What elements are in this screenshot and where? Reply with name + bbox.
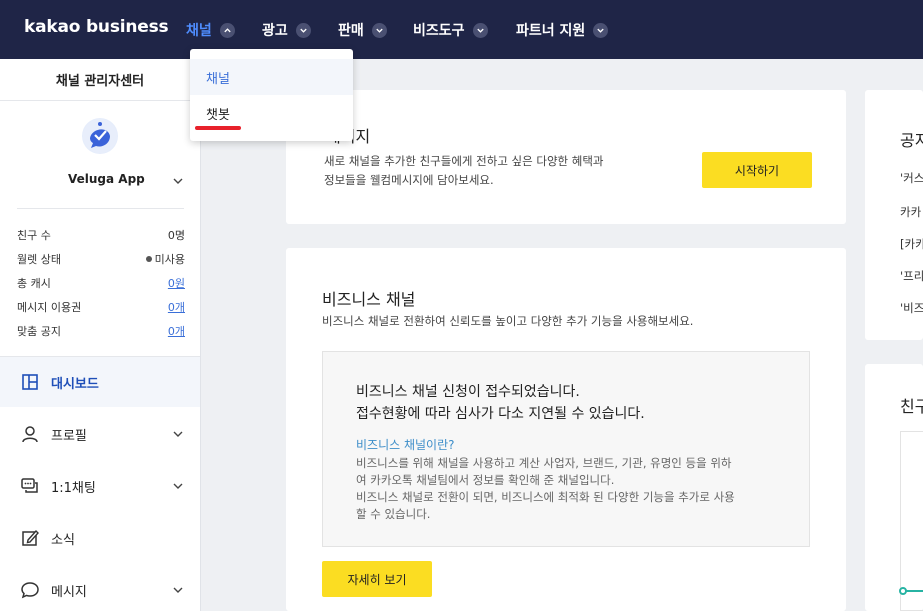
sidebar-item-news[interactable]: 소식: [0, 513, 200, 563]
nav-label: 광고: [262, 23, 288, 39]
desc-line: 비즈니스 채널로 전환이 되면, 비즈니스에 최적화 된 다양한 기능을 추가로…: [356, 490, 735, 504]
business-channel-card: 비즈니스 채널 비즈니스 채널로 전환하여 신뢰도를 높이고 다양한 추가 기능…: [286, 248, 846, 611]
notice-card: 공지 '커스 카카 [카카 '프리 '비즈: [865, 90, 923, 340]
nav-partner-support[interactable]: 파트너 지원: [516, 19, 609, 41]
sidebar-item-message[interactable]: 메시지: [0, 565, 200, 611]
chevron-down-icon: [371, 22, 387, 38]
desc-line: 여 카카오톡 채널팀에서 정보를 확인해 준 채널입니다.: [356, 473, 615, 487]
sidebar-item-label: 메시지: [51, 584, 87, 600]
app-avatar[interactable]: [82, 118, 118, 154]
sidebar-title: 채널 관리자센터: [0, 59, 200, 101]
card-title: 비즈니스 채널: [322, 290, 416, 309]
what-is-business-channel-link[interactable]: 비즈니스 채널이란?: [356, 436, 455, 453]
divider: [17, 208, 184, 209]
nav-label: 판매: [338, 23, 364, 39]
nav-label: 비즈도구: [413, 23, 465, 39]
notice-heading: 접수현황에 따라 심사가 다소 지연될 수 있습니다.: [356, 406, 645, 422]
chart-point: [899, 587, 907, 595]
notice-item[interactable]: 카카: [900, 204, 921, 220]
chevron-down-icon: [593, 22, 609, 38]
stat-value: 0명: [167, 229, 185, 242]
card-title: 친구: [900, 397, 923, 416]
desc-line: 새로 채널을 추가한 친구들에게 전하고 싶은 다양한 혜택과: [324, 154, 604, 168]
see-details-button[interactable]: 자세히 보기: [322, 561, 432, 597]
top-navigation-bar: kakao business 채널 광고 판매 비즈도구 파트너 지원: [0, 0, 923, 59]
chevron-down-icon[interactable]: [172, 175, 184, 187]
stat-label: 친구 수: [17, 229, 51, 242]
chat-icon: [20, 476, 40, 496]
stat-label: 메시지 이용권: [17, 301, 82, 314]
notice-item[interactable]: [카카: [900, 236, 923, 252]
stat-label: 총 캐시: [17, 277, 51, 290]
dropdown-item-channel[interactable]: 채널: [190, 59, 353, 95]
stat-label: 월렛 상태: [17, 253, 61, 266]
chevron-down-icon: [173, 431, 183, 437]
welcome-message-card: 메시지 새로 채널을 추가한 친구들에게 전하고 싶은 다양한 혜택과 정보들을…: [286, 90, 846, 224]
nav-biz-tools[interactable]: 비즈도구: [413, 19, 488, 41]
nav-sales[interactable]: 판매: [338, 19, 387, 41]
stat-value-link[interactable]: 0원: [168, 275, 185, 291]
sidebar-item-profile[interactable]: 프로필: [0, 409, 200, 459]
sidebar-item-label: 대시보드: [51, 376, 99, 392]
application-notice-box: 비즈니스 채널 신청이 접수되었습니다. 접수현황에 따라 심사가 다소 지연될…: [322, 351, 810, 547]
desc-line: 비즈니스를 위해 채널을 사용하고 계산 사업자, 브랜드, 기관, 유명인 등…: [356, 456, 732, 470]
stat-friends: 친구 수 0명: [17, 227, 185, 245]
card-title: 공지: [900, 131, 923, 150]
app-name[interactable]: Veluga App: [68, 172, 145, 186]
stat-message-voucher: 메시지 이용권 0개: [17, 299, 185, 317]
chevron-down-icon: [295, 22, 311, 38]
nav-label: 채널: [186, 23, 212, 39]
sidebar-item-label: 1:1채팅: [51, 480, 96, 496]
nav-label: 파트너 지원: [516, 23, 586, 39]
nav-channel[interactable]: 채널: [186, 19, 235, 41]
kakao-business-logo[interactable]: kakao business: [24, 17, 169, 37]
desc-line: 할 수 있습니다.: [356, 507, 431, 521]
stat-wallet: 월렛 상태 미사용: [17, 251, 185, 269]
sidebar-item-label: 프로필: [51, 428, 87, 444]
chevron-up-icon: [219, 22, 235, 38]
card-subtitle: 비즈니스 채널로 전환하여 신뢰도를 높이고 다양한 추가 기능을 사용해보세요…: [322, 314, 694, 328]
friends-chart-frame: [900, 431, 923, 611]
stat-value: 미사용: [154, 253, 185, 266]
chevron-down-icon: [472, 22, 488, 38]
dashboard-icon: [20, 372, 40, 392]
chevron-down-icon: [173, 483, 183, 489]
stat-cash: 총 캐시 0원: [17, 275, 185, 293]
red-underline-annotation: [195, 126, 241, 130]
friends-card: 친구: [865, 364, 923, 611]
stat-label: 맞춤 공지: [17, 325, 61, 338]
notice-item[interactable]: '프리: [900, 268, 923, 284]
desc-line: 정보들을 웰컴메시지에 담아보세요.: [324, 173, 494, 187]
notice-item[interactable]: '커스: [900, 170, 923, 186]
chevron-down-icon: [173, 587, 183, 593]
sidebar: 채널 관리자센터 Veluga App 친구 수 0명 월렛 상태 미사용 총 …: [0, 59, 201, 611]
notice-item[interactable]: '비즈: [900, 300, 923, 316]
stat-value-link[interactable]: 0개: [168, 323, 185, 339]
sidebar-item-chat[interactable]: 1:1채팅: [0, 461, 200, 511]
card-description: 새로 채널을 추가한 친구들에게 전하고 싶은 다양한 혜택과 정보들을 웰컴메…: [324, 152, 654, 190]
stat-custom-notice: 맞춤 공지 0개: [17, 323, 185, 341]
status-dot: [145, 256, 152, 262]
start-button[interactable]: 시작하기: [702, 152, 812, 188]
sidebar-item-label: 소식: [51, 532, 75, 548]
notice-heading: 비즈니스 채널 신청이 접수되었습니다.: [356, 384, 580, 400]
stat-value-link[interactable]: 0개: [168, 299, 185, 315]
sidebar-item-dashboard[interactable]: 대시보드: [0, 357, 200, 407]
person-icon: [20, 424, 40, 444]
stat-value-wrap: 미사용: [145, 251, 185, 267]
notice-description: 비즈니스를 위해 채널을 사용하고 계산 사업자, 브랜드, 기관, 유명인 등…: [356, 455, 781, 523]
nav-ads[interactable]: 광고: [262, 19, 311, 41]
edit-icon: [20, 528, 40, 548]
speech-bubble-icon: [20, 580, 40, 600]
